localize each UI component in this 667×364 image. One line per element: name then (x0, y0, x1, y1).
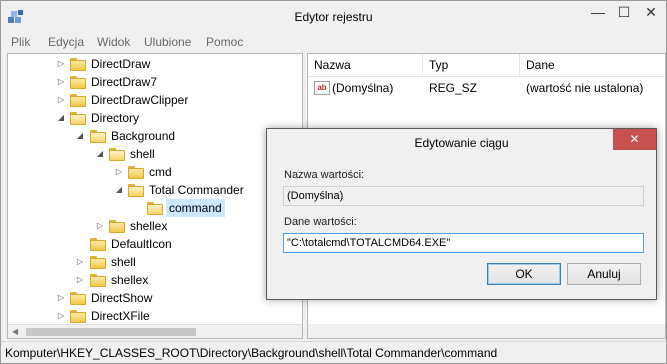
tree-item-background[interactable]: ◢ Background (8, 127, 302, 145)
folder-open-icon (128, 183, 144, 197)
value-name-field[interactable]: (Domyślna) (283, 186, 644, 206)
window-title: Edytor rejestru (294, 10, 373, 24)
expand-icon[interactable]: ▷ (95, 217, 105, 235)
tree-item-label: DirectDrawClipper (91, 93, 189, 107)
expand-icon[interactable]: ▷ (114, 163, 124, 181)
folder-icon (109, 219, 125, 233)
column-header-data[interactable]: Dane (520, 54, 665, 76)
collapse-icon[interactable]: ◢ (75, 127, 85, 145)
menu-ulubione[interactable]: Ulubione (144, 35, 191, 49)
tree-item-directdrawclipper[interactable]: ▷ DirectDrawClipper (8, 91, 302, 109)
value-name-label: Nazwa wartości: (284, 169, 365, 181)
expand-icon[interactable]: ▷ (75, 253, 85, 271)
maximize-button[interactable]: ☐ (611, 2, 637, 24)
collapse-icon[interactable]: ◢ (56, 109, 66, 127)
folder-open-icon (109, 147, 125, 161)
close-button[interactable]: ✕ (637, 2, 665, 24)
folder-icon (70, 309, 86, 323)
tree-item-directxfile[interactable]: ▷ DirectXFile (8, 307, 302, 325)
tree-item-label: Directory (91, 111, 140, 125)
folder-open-icon (90, 129, 106, 143)
folder-icon (90, 273, 106, 287)
tree-item-directory[interactable]: ◢ Directory (8, 109, 302, 127)
folder-icon (90, 255, 106, 269)
folder-icon (70, 93, 86, 107)
column-header-name[interactable]: Nazwa (308, 54, 423, 76)
value-data-input[interactable]: "C:\totalcmd\TOTALCMD64.EXE" (283, 233, 644, 253)
ok-button[interactable]: OK (487, 263, 561, 285)
scrollbar-thumb[interactable] (26, 328, 196, 336)
folder-icon (70, 75, 86, 89)
tree-item-label: Background (111, 129, 176, 143)
menu-widok[interactable]: Widok (97, 35, 130, 49)
folder-icon (70, 291, 86, 305)
tree-item-directshow[interactable]: ▷ DirectShow (8, 289, 302, 307)
tree-item-command[interactable]: command (8, 199, 302, 217)
expand-icon[interactable]: ▷ (75, 271, 85, 289)
title-bar: Edytor rejestru — ☐ ✕ (1, 1, 666, 33)
tree-item-label: Total Commander (149, 183, 244, 197)
tree-item-shell[interactable]: ◢ shell (8, 145, 302, 163)
cancel-button[interactable]: Anuluj (567, 263, 641, 285)
expand-icon[interactable]: ▷ (56, 289, 66, 307)
tree-item-total-commander[interactable]: ◢ Total Commander (8, 181, 302, 199)
column-header-type[interactable]: Typ (423, 54, 520, 76)
status-bar: Komputer\HKEY_CLASSES_ROOT\Directory\Bac… (1, 341, 666, 363)
minimize-button[interactable]: — (585, 2, 611, 24)
tree-item-label: DirectShow (91, 291, 153, 305)
tree-item-label: shellex (111, 273, 149, 287)
key-path-text: Komputer\HKEY_CLASSES_ROOT\Directory\Bac… (5, 346, 498, 360)
dialog-title-bar: Edytowanie ciągu ✕ (267, 129, 656, 157)
tree-item-directdraw7[interactable]: ▷ DirectDraw7 (8, 73, 302, 91)
tree-item-label: shell (130, 147, 155, 161)
values-horizontal-scrollbar[interactable] (308, 324, 665, 338)
collapse-icon[interactable]: ◢ (114, 181, 124, 199)
menu-edycja[interactable]: Edycja (48, 35, 84, 49)
expand-icon[interactable]: ▷ (56, 73, 66, 91)
folder-open-icon (70, 111, 86, 125)
value-type-cell[interactable]: REG_SZ (429, 81, 477, 95)
dialog-close-button[interactable]: ✕ (613, 129, 656, 150)
value-data-cell[interactable]: (wartość nie ustalona) (526, 81, 643, 95)
tree-item-cmd[interactable]: ▷ cmd (8, 163, 302, 181)
folder-open-icon (147, 201, 163, 215)
string-value-icon: ab (314, 81, 330, 95)
tree-item-shellex[interactable]: ▷ shellex (8, 271, 302, 289)
expand-icon[interactable]: ▷ (56, 55, 66, 73)
menu-bar: Plik Edycja Widok Ulubione Pomoc (1, 33, 666, 51)
tree-item-label: shell (111, 255, 136, 269)
folder-icon (90, 237, 106, 251)
scroll-left-icon[interactable]: ◀ (12, 327, 18, 336)
key-tree-panel[interactable]: ▷ DirectDraw ▷ DirectDraw7 ▷ DirectDrawC… (7, 53, 303, 339)
tree-item-label: command (166, 199, 225, 217)
tree-item-label: cmd (149, 165, 172, 179)
tree-item-shell[interactable]: ▷ shell (8, 253, 302, 271)
tree-item-label: DirectDraw (91, 57, 151, 71)
tree-item-label: shellex (130, 219, 168, 233)
tree-item-label: DefaultIcon (111, 237, 172, 251)
expand-icon[interactable]: ▷ (56, 307, 66, 325)
tree-horizontal-scrollbar[interactable]: ◀ (8, 324, 302, 338)
value-name-cell[interactable]: (Domyślna) (332, 81, 393, 95)
menu-plik[interactable]: Plik (11, 35, 30, 49)
tree-item-label: DirectDraw7 (91, 75, 158, 89)
expand-icon[interactable]: ▷ (56, 91, 66, 109)
menu-pomoc[interactable]: Pomoc (206, 35, 243, 49)
tree-item-shellex[interactable]: ▷ shellex (8, 217, 302, 235)
tree-item-defaulticon[interactable]: DefaultIcon (8, 235, 302, 253)
edit-string-dialog: Edytowanie ciągu ✕ Nazwa wartości: (Domy… (266, 128, 657, 300)
header-divider (308, 76, 665, 77)
value-data-label: Dane wartości: (284, 216, 357, 228)
dialog-title: Edytowanie ciągu (414, 136, 509, 150)
tree-item-label: DirectXFile (91, 309, 150, 323)
tree-item-directdraw[interactable]: ▷ DirectDraw (8, 55, 302, 73)
collapse-icon[interactable]: ◢ (95, 145, 105, 163)
folder-icon (128, 165, 144, 179)
folder-icon (70, 57, 86, 71)
